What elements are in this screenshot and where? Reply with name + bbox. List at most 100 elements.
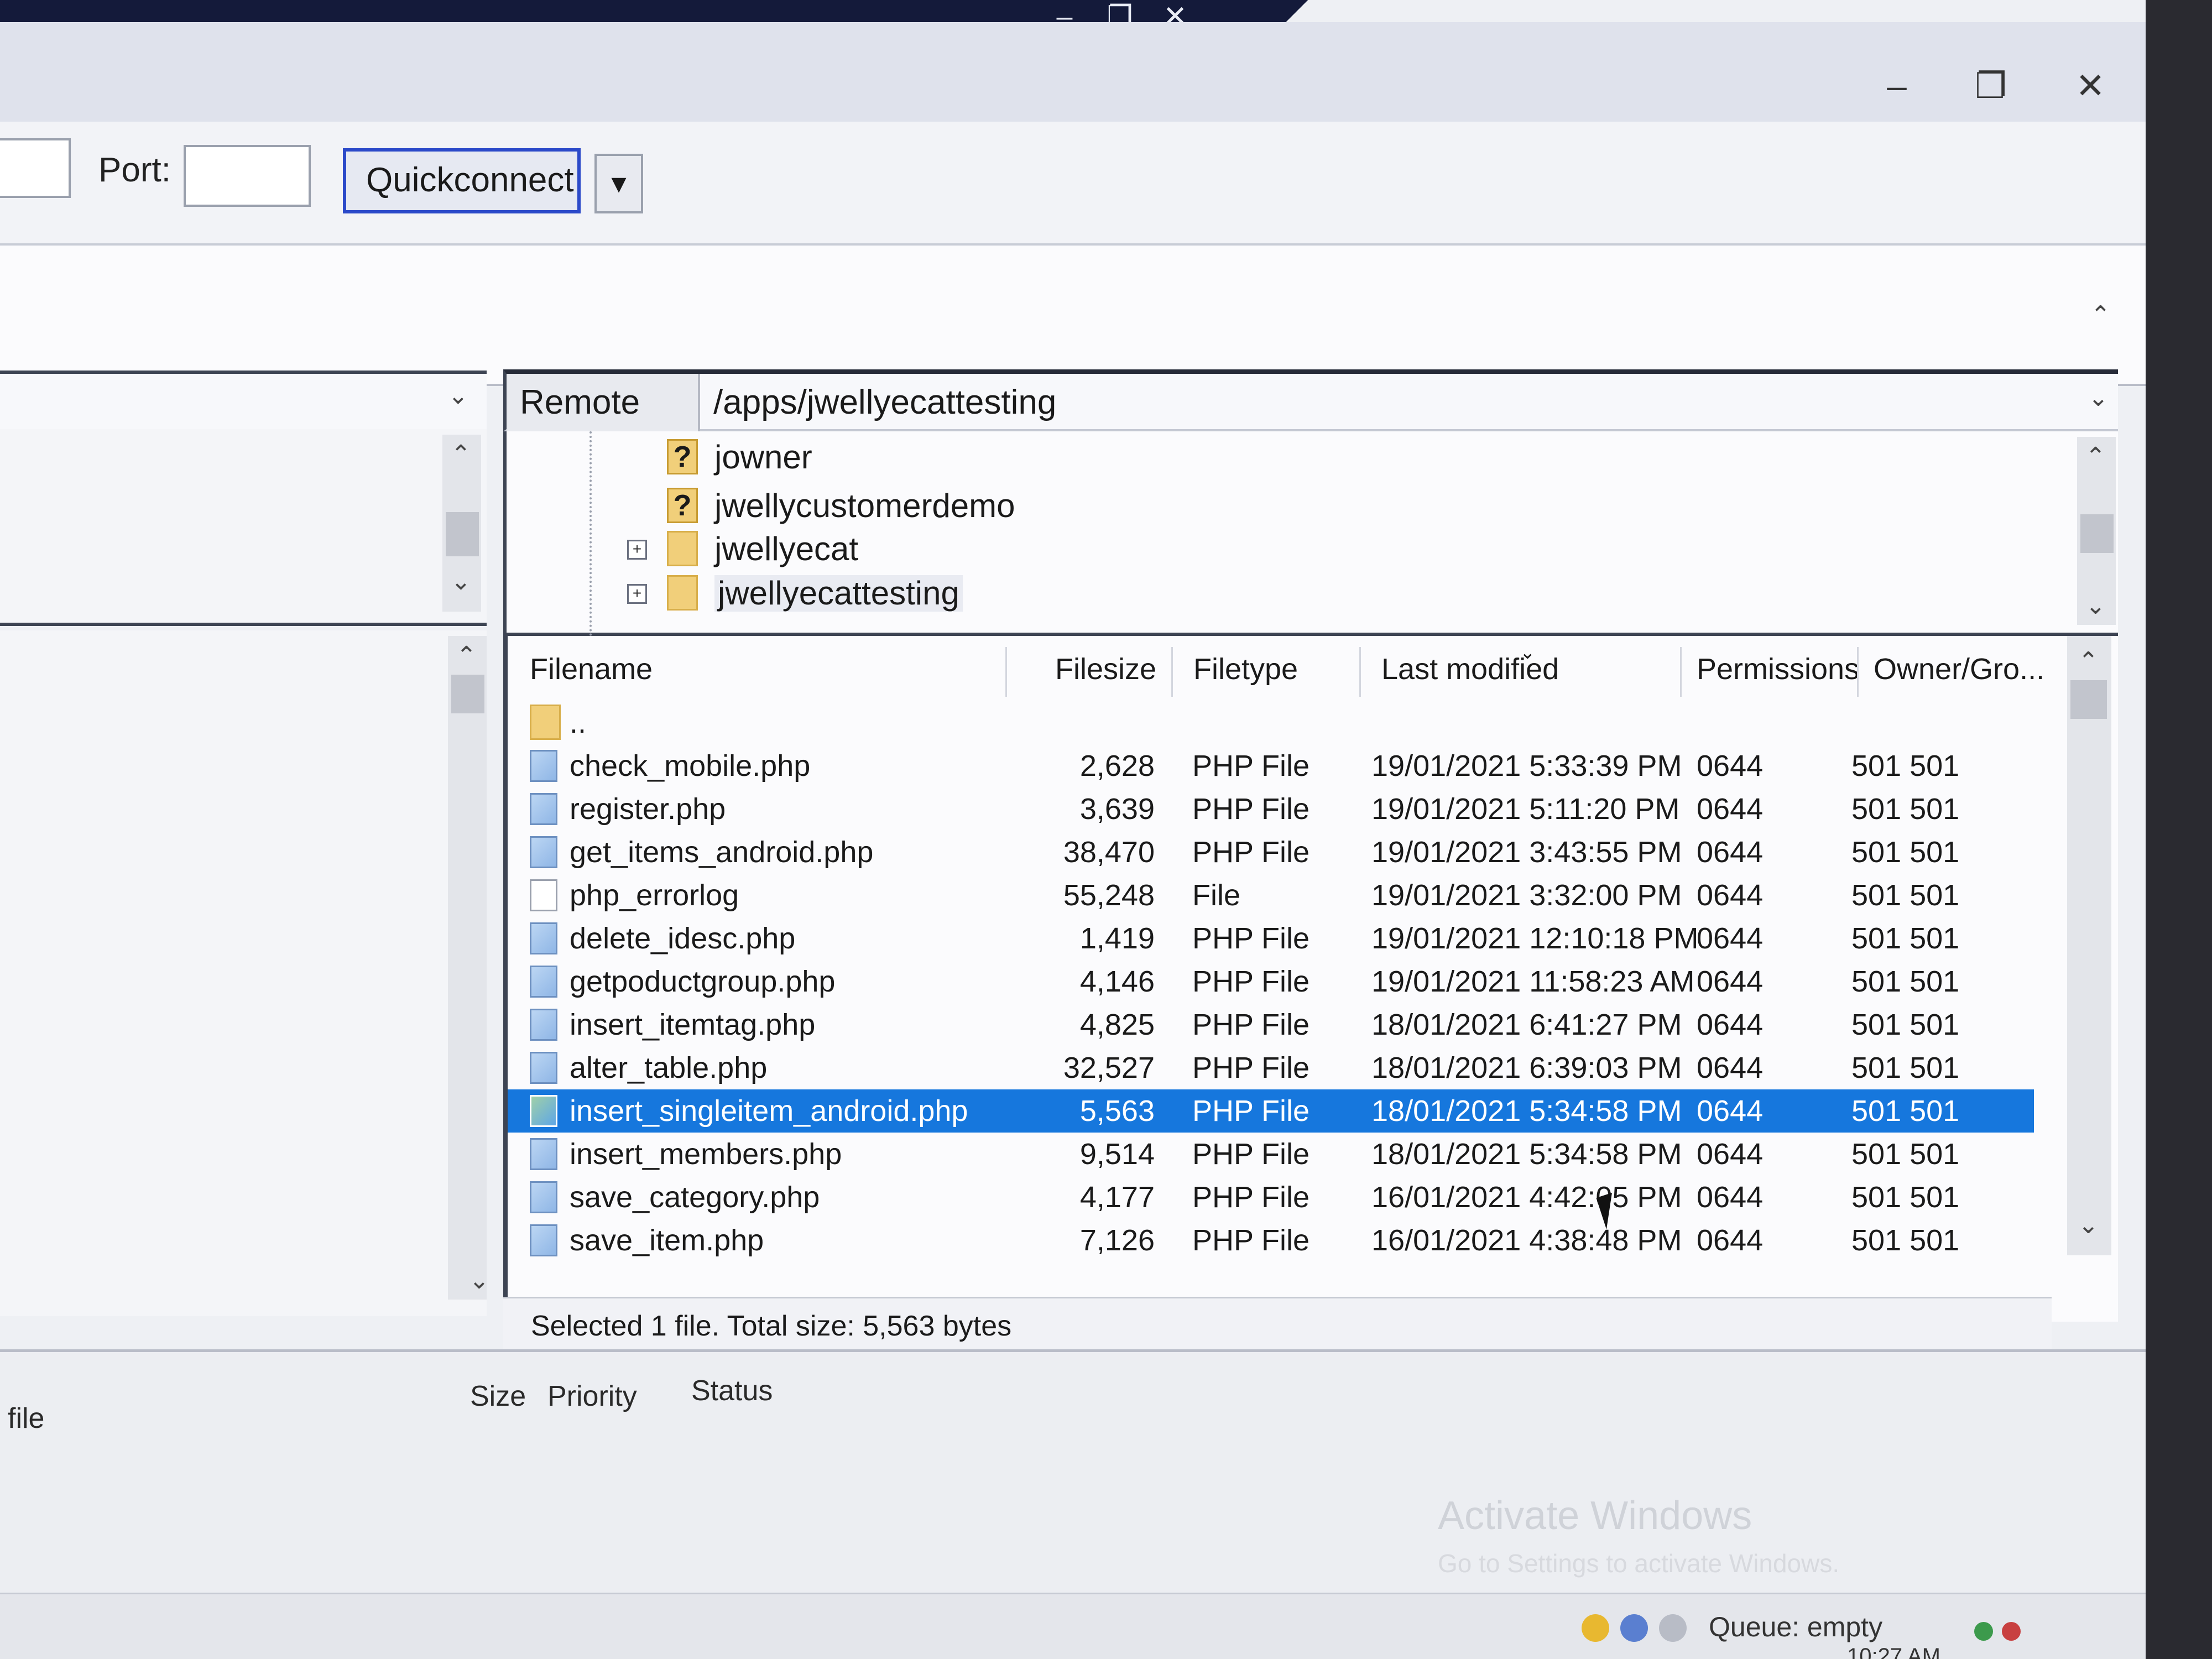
local-tree-scroll-up-icon[interactable]: ⌃ — [451, 440, 471, 468]
cell-perm: 0644 — [1697, 1181, 1764, 1214]
local-list-scrollbar[interactable] — [448, 636, 487, 1300]
local-site-bar[interactable]: ⌄ — [0, 371, 487, 431]
log-scroll-up-icon[interactable]: ⌃ — [2090, 301, 2111, 329]
remote-list-scroll-thumb[interactable] — [2070, 680, 2107, 719]
table-row[interactable]: getpoductgroup.php 4,146 PHP File 19/01/202… — [508, 960, 2034, 1003]
table-row[interactable]: delete_idesc.php 1,419 PHP File 19/01/2021 … — [508, 917, 2034, 960]
cell-type: PHP File — [1192, 1051, 1310, 1084]
file-icon — [530, 879, 557, 911]
cell-size: 2,628 — [1079, 749, 1155, 782]
port-label: Port: — [98, 151, 171, 189]
queue-header-size[interactable]: Size — [470, 1380, 526, 1413]
remote-file-list[interactable]: Filename Filesize Filetype Last modified… — [503, 636, 2118, 1322]
tree-item-label: jwellycustomerdemo — [714, 487, 1015, 524]
remote-list-scroll-down-icon[interactable]: ⌄ — [2078, 1211, 2099, 1239]
cell-name: check_mobile.php — [570, 749, 811, 782]
cell-owner: 501 501 — [1851, 749, 1960, 782]
port-field[interactable] — [184, 145, 311, 207]
queue-header-status[interactable]: Status — [691, 1374, 773, 1407]
tree-item-jowner[interactable]: ? jowner — [507, 435, 1557, 479]
table-row[interactable]: insert_itemtag.php 4,825 PHP File 18/01/202… — [508, 1003, 2034, 1046]
quickconnect-history-dropdown[interactable]: ▼ — [594, 154, 643, 213]
status-bar: Queue: empty 10:27 AM — [0, 1593, 2146, 1659]
remote-directory-tree[interactable]: ? jowner ? jwellycustomerdemo + jwellyec… — [503, 431, 2118, 636]
cell-modified: 18/01/2021 5:34:58 PM — [1371, 1094, 1682, 1128]
remote-tree-scroll-thumb[interactable] — [2080, 514, 2114, 553]
table-row[interactable]: register.php 3,639 PHP File 19/01/2021 5:11… — [508, 787, 2034, 831]
local-tree-scroll-thumb[interactable] — [446, 512, 479, 556]
column-header-owner-group[interactable]: Owner/Gro... — [1874, 636, 2044, 702]
cell-name: delete_idesc.php — [570, 922, 796, 955]
local-directory-tree[interactable]: ⌃ ⌄ — [0, 429, 487, 626]
expand-plus-icon[interactable]: + — [627, 540, 647, 560]
remote-path-dropdown-icon[interactable]: ⌄ — [2088, 384, 2109, 412]
column-header-filename[interactable]: Filename — [530, 636, 653, 702]
tree-item-jwellyecattesting[interactable]: + jwellyecattesting — [507, 571, 1557, 615]
parent-directory-row[interactable]: .. — [508, 701, 2034, 744]
window-titlebar: – ❐ ✕ — [0, 22, 2146, 122]
tree-item-jwellycustomerdemo[interactable]: ? jwellycustomerdemo — [507, 483, 1557, 528]
cell-size: 9,514 — [1079, 1138, 1155, 1171]
table-row[interactable]: save_item.php 7,126 PHP File 16/01/2021 4:3… — [508, 1219, 2034, 1262]
local-file-list[interactable]: ⌃ ⌄ — [0, 630, 489, 1316]
column-separator[interactable] — [1857, 647, 1859, 697]
expand-plus-icon[interactable]: + — [627, 584, 647, 604]
local-list-scroll-down-icon[interactable]: ⌄ — [469, 1266, 489, 1295]
column-separator[interactable] — [1359, 647, 1361, 697]
php-file-icon — [530, 1224, 557, 1256]
queue-header-priority[interactable]: Priority — [547, 1380, 637, 1413]
remote-list-scroll-up-icon[interactable]: ⌃ — [2078, 647, 2099, 675]
table-row[interactable]: php_errorlog 55,248 File 19/01/2021 3:32:00… — [508, 874, 2034, 917]
folder-icon — [667, 575, 698, 611]
column-header-filesize[interactable]: Filesize — [1055, 636, 1156, 702]
column-separator[interactable] — [1680, 647, 1682, 697]
local-list-scroll-thumb[interactable] — [451, 675, 484, 713]
remote-list-scrollbar[interactable] — [2067, 636, 2111, 1255]
queue-header-file[interactable]: file — [8, 1402, 44, 1435]
table-row[interactable]: insert_members.php 9,514 PHP File 18/01/202… — [508, 1133, 2034, 1176]
lock-icon — [1582, 1614, 1609, 1642]
remote-tree-scroll-up-icon[interactable]: ⌃ — [2085, 442, 2106, 471]
local-site-dropdown-icon[interactable]: ⌄ — [448, 382, 468, 410]
remote-tree-scroll-down-icon[interactable]: ⌄ — [2085, 592, 2106, 620]
column-header-permissions[interactable]: Permissions — [1697, 636, 1859, 702]
cell-owner: 501 501 — [1851, 1138, 1960, 1171]
column-separator[interactable] — [1171, 647, 1173, 697]
cell-owner: 501 501 — [1851, 1008, 1960, 1041]
cell-modified: 19/01/2021 5:33:39 PM — [1371, 749, 1682, 782]
monitor-bezel — [2146, 0, 2212, 1659]
table-row[interactable]: get_items_android.php 38,470 PHP File 19/01… — [508, 831, 2034, 874]
local-tree-scroll-down-icon[interactable]: ⌄ — [451, 567, 471, 596]
restore-icon[interactable]: ❐ — [1958, 55, 2024, 116]
tree-item-jwellyecat[interactable]: + jwellyecat — [507, 526, 1557, 571]
php-file-icon — [530, 922, 557, 954]
php-file-icon — [530, 1095, 557, 1127]
column-separator[interactable] — [1005, 647, 1007, 697]
cell-type: PHP File — [1192, 792, 1310, 826]
activity-led-green-icon — [1974, 1622, 1993, 1641]
local-list-scroll-up-icon[interactable]: ⌃ — [456, 641, 477, 670]
close-icon[interactable]: ✕ — [2057, 55, 2124, 116]
table-row[interactable]: save_category.php 4,177 PHP File 16/01/2021… — [508, 1176, 2034, 1219]
table-row[interactable]: alter_table.php 32,527 PHP File 18/01/2021 … — [508, 1046, 2034, 1089]
cell-perm: 0644 — [1697, 1138, 1764, 1171]
cell-size: 7,126 — [1079, 1224, 1155, 1257]
minimize-icon[interactable]: – — [1864, 55, 1930, 116]
cell-perm: 0644 — [1697, 836, 1764, 869]
cell-perm: 0644 — [1697, 1094, 1764, 1128]
cell-size: 55,248 — [1063, 879, 1155, 912]
table-row-selected[interactable]: insert_singleitem_android.php 5,563 PHP Fi… — [508, 1089, 2034, 1133]
remote-path-input[interactable]: /apps/jwellyecattesting — [713, 374, 1056, 431]
remote-selection-status: Selected 1 file. Total size: 5,563 bytes — [503, 1297, 2052, 1352]
activity-led-red-icon — [2002, 1622, 2021, 1641]
quickconnect-button[interactable]: Quickconnect — [343, 148, 581, 213]
php-file-icon — [530, 966, 557, 998]
folder-icon — [667, 531, 698, 566]
cell-owner: 501 501 — [1851, 1224, 1960, 1257]
cell-modified: 19/01/2021 3:43:55 PM — [1371, 836, 1682, 869]
password-field[interactable] — [0, 138, 71, 198]
php-file-icon — [530, 1009, 557, 1041]
table-row[interactable]: check_mobile.php 2,628 PHP File 19/01/2021 … — [508, 744, 2034, 787]
column-header-filetype[interactable]: Filetype — [1193, 636, 1298, 702]
cell-name: save_item.php — [570, 1224, 764, 1257]
